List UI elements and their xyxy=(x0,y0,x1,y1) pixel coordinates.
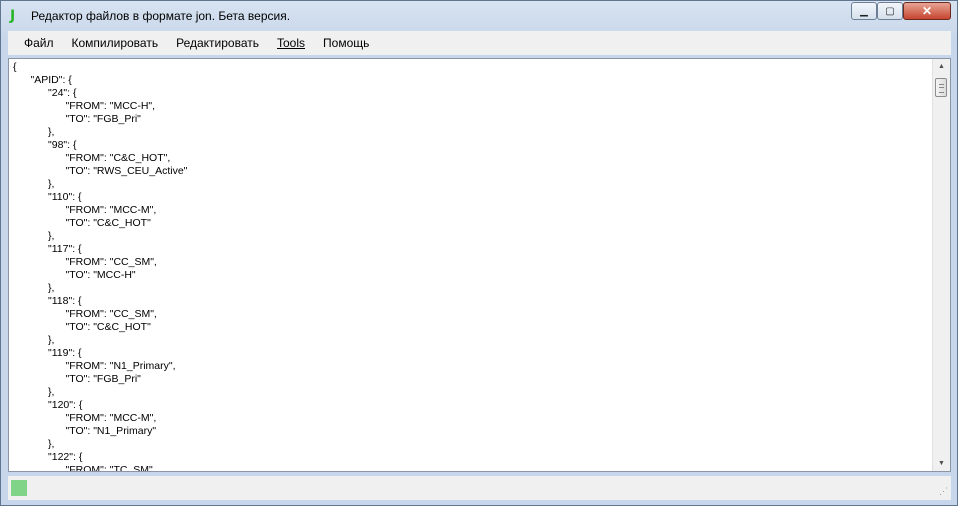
title-bar[interactable]: J Редактор файлов в формате jon. Бета ве… xyxy=(1,1,957,31)
close-button[interactable]: ✕ xyxy=(903,2,951,20)
json-editor[interactable]: { "APID": { "24": { "FROM": "MCC-H", "TO… xyxy=(8,58,951,472)
scroll-thumb[interactable] xyxy=(935,78,947,97)
app-window: J Редактор файлов в формате jon. Бета ве… xyxy=(0,0,958,506)
scroll-down-arrow-icon[interactable]: ▼ xyxy=(933,456,950,471)
window-title: Редактор файлов в формате jon. Бета верс… xyxy=(31,9,291,23)
scroll-up-arrow-icon[interactable]: ▲ xyxy=(933,59,950,74)
menu-help[interactable]: Помощь xyxy=(314,31,378,55)
minimize-button[interactable]: ▁ xyxy=(851,2,877,20)
menu-edit[interactable]: Редактировать xyxy=(167,31,268,55)
status-bar: ⋰ xyxy=(8,476,951,500)
menu-bar: Файл Компилировать Редактировать Tools П… xyxy=(8,31,951,55)
menu-tools[interactable]: Tools xyxy=(268,31,314,55)
app-icon: J xyxy=(10,8,16,24)
status-indicator xyxy=(11,480,27,496)
grip-lines-icon xyxy=(939,84,944,93)
editor-content[interactable]: { "APID": { "24": { "FROM": "MCC-H", "TO… xyxy=(13,61,187,471)
vertical-scrollbar[interactable]: ▲ ▼ xyxy=(932,59,950,471)
resize-grip-icon[interactable]: ⋰ xyxy=(939,486,948,497)
menu-file[interactable]: Файл xyxy=(8,31,63,55)
menu-compile[interactable]: Компилировать xyxy=(63,31,168,55)
maximize-button[interactable]: ▢ xyxy=(877,2,903,20)
